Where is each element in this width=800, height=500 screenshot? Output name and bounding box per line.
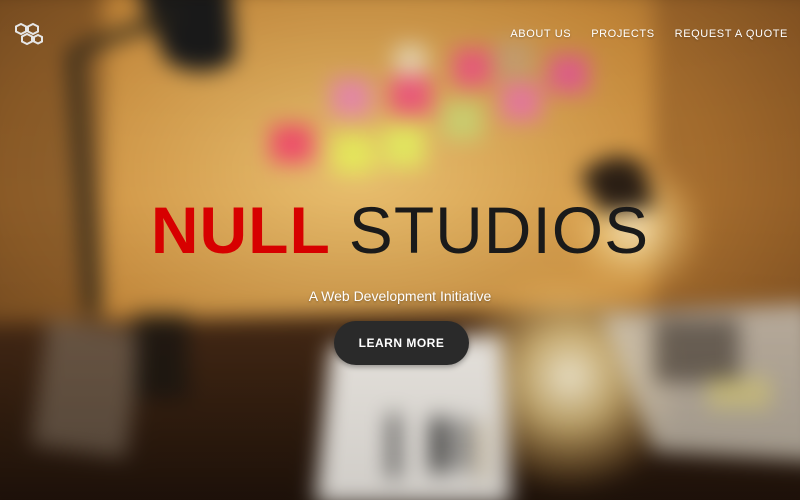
learn-more-button[interactable]: LEARN MORE (334, 321, 469, 365)
hero-section: ABOUT US PROJECTS REQUEST A QUOTE NULL ST… (0, 0, 800, 500)
hero-title: NULL STUDIOS (0, 190, 800, 270)
hexagon-cluster-logo-icon[interactable] (14, 22, 44, 48)
nav-about-us-link[interactable]: ABOUT US (510, 28, 571, 40)
hero-tagline: A Web Development Initiative (308, 288, 492, 304)
nav-request-quote-link[interactable]: REQUEST A QUOTE (675, 28, 788, 40)
hero-title-bold: NULL (150, 193, 331, 267)
nav-projects-link[interactable]: PROJECTS (591, 28, 654, 40)
hero-title-light: STUDIOS (348, 193, 650, 267)
top-navigation: ABOUT US PROJECTS REQUEST A QUOTE (510, 28, 788, 40)
